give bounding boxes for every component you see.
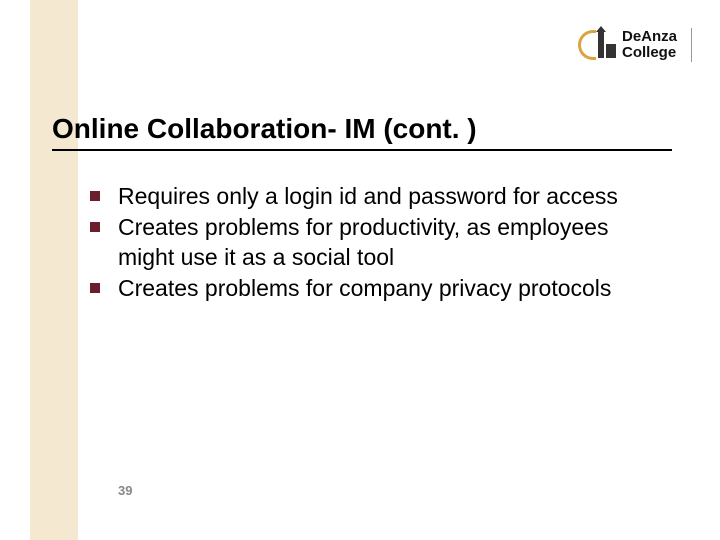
bullet-list: Requires only a login id and password fo…	[90, 182, 655, 306]
list-item: Creates problems for productivity, as em…	[90, 213, 655, 272]
page-number: 39	[118, 483, 132, 498]
bullet-text: Creates problems for productivity, as em…	[118, 213, 655, 272]
logo-text: DeAnza College	[622, 29, 677, 61]
logo-text-line1: DeAnza	[622, 29, 677, 45]
slide-title: Online Collaboration- IM (cont. )	[52, 113, 672, 151]
bullet-icon	[90, 222, 100, 232]
bullet-text: Creates problems for company privacy pro…	[118, 274, 611, 303]
logo-divider	[691, 28, 692, 62]
logo-building-icon	[598, 32, 616, 58]
logo-text-line2: College	[622, 45, 677, 61]
bullet-icon	[90, 191, 100, 201]
bullet-icon	[90, 283, 100, 293]
logo-arc-icon	[578, 30, 596, 60]
list-item: Requires only a login id and password fo…	[90, 182, 655, 211]
bullet-text: Requires only a login id and password fo…	[118, 182, 618, 211]
college-logo: DeAnza College	[578, 28, 692, 62]
left-sidebar-accent	[30, 0, 78, 540]
list-item: Creates problems for company privacy pro…	[90, 274, 655, 303]
